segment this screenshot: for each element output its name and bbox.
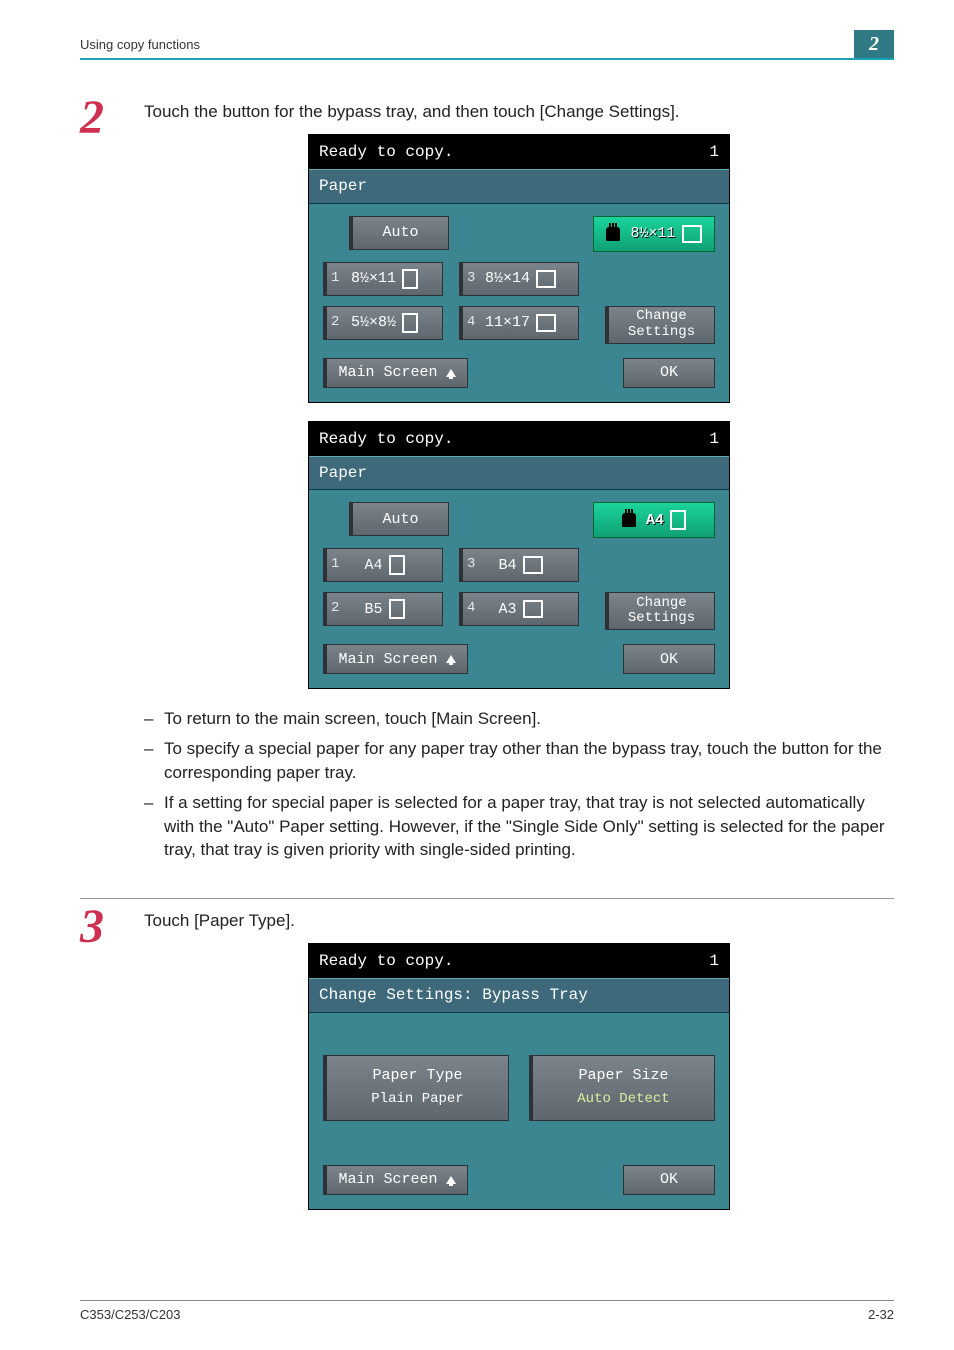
footer-page: 2-32 <box>868 1307 894 1322</box>
bypass-tray-button[interactable]: A4 <box>593 502 715 538</box>
status-text: Ready to copy. <box>319 950 453 972</box>
tray3-button[interactable]: 3 8½×14 <box>459 262 579 296</box>
copy-count: 1 <box>709 141 719 163</box>
copy-count: 1 <box>709 950 719 972</box>
auto-button[interactable]: Auto <box>349 502 449 536</box>
up-arrow-icon <box>446 655 456 663</box>
portrait-icon <box>670 510 686 530</box>
main-screen-button[interactable]: Main Screen <box>323 644 468 674</box>
ok-button[interactable]: OK <box>623 1165 715 1195</box>
portrait-icon <box>402 313 418 333</box>
panel-title: Change Settings: Bypass Tray <box>309 978 729 1012</box>
status-text: Ready to copy. <box>319 141 453 163</box>
tray2-button[interactable]: 2 5½×8½ <box>323 306 443 340</box>
main-screen-button[interactable]: Main Screen <box>323 1165 468 1195</box>
step-number: 2 <box>80 94 144 868</box>
step-text: Touch [Paper Type]. <box>144 909 894 933</box>
up-arrow-icon <box>446 1176 456 1184</box>
step-number: 3 <box>80 903 144 1228</box>
ok-button[interactable]: OK <box>623 644 715 674</box>
portrait-icon <box>402 269 418 289</box>
note-item: To specify a special paper for any paper… <box>144 737 894 785</box>
landscape-icon <box>682 225 702 243</box>
paper-panel-metric: Ready to copy. 1 Paper Auto <box>308 421 730 690</box>
landscape-icon <box>536 314 556 332</box>
tray3-button[interactable]: 3 B4 <box>459 548 579 582</box>
portrait-icon <box>389 599 405 619</box>
landscape-icon <box>523 600 543 618</box>
status-text: Ready to copy. <box>319 428 453 450</box>
change-settings-panel: Ready to copy. 1 Change Settings: Bypass… <box>308 943 730 1210</box>
tray1-button[interactable]: 1 8½×11 <box>323 262 443 296</box>
main-screen-button[interactable]: Main Screen <box>323 358 468 388</box>
note-item: To return to the main screen, touch [Mai… <box>144 707 894 731</box>
landscape-icon <box>523 556 543 574</box>
panel-title: Paper <box>309 456 729 490</box>
tray4-button[interactable]: 4 A3 <box>459 592 579 626</box>
paper-panel-us: Ready to copy. 1 Paper Auto <box>308 134 730 403</box>
copy-count: 1 <box>709 428 719 450</box>
change-settings-button[interactable]: Change Settings <box>605 306 715 344</box>
step-text: Touch the button for the bypass tray, an… <box>144 100 894 124</box>
paper-size-button[interactable]: Paper Size Auto Detect <box>529 1055 715 1121</box>
auto-button[interactable]: Auto <box>349 216 449 250</box>
bypass-tray-button[interactable]: 8½×11 <box>593 216 715 252</box>
bypass-tray-icon <box>622 513 636 527</box>
change-settings-button[interactable]: Change Settings <box>605 592 715 630</box>
section-title: Using copy functions <box>80 37 200 58</box>
up-arrow-icon <box>446 369 456 377</box>
ok-button[interactable]: OK <box>623 358 715 388</box>
portrait-icon <box>389 555 405 575</box>
bypass-tray-icon <box>606 227 620 241</box>
panel-title: Paper <box>309 169 729 203</box>
tray1-button[interactable]: 1 A4 <box>323 548 443 582</box>
note-item: If a setting for special paper is select… <box>144 791 894 862</box>
paper-type-button[interactable]: Paper Type Plain Paper <box>323 1055 509 1121</box>
tray2-button[interactable]: 2 B5 <box>323 592 443 626</box>
landscape-icon <box>536 270 556 288</box>
notes-list: To return to the main screen, touch [Mai… <box>144 707 894 862</box>
chapter-number-badge: 2 <box>854 30 894 58</box>
tray4-button[interactable]: 4 11×17 <box>459 306 579 340</box>
footer-model: C353/C253/C203 <box>80 1307 180 1322</box>
